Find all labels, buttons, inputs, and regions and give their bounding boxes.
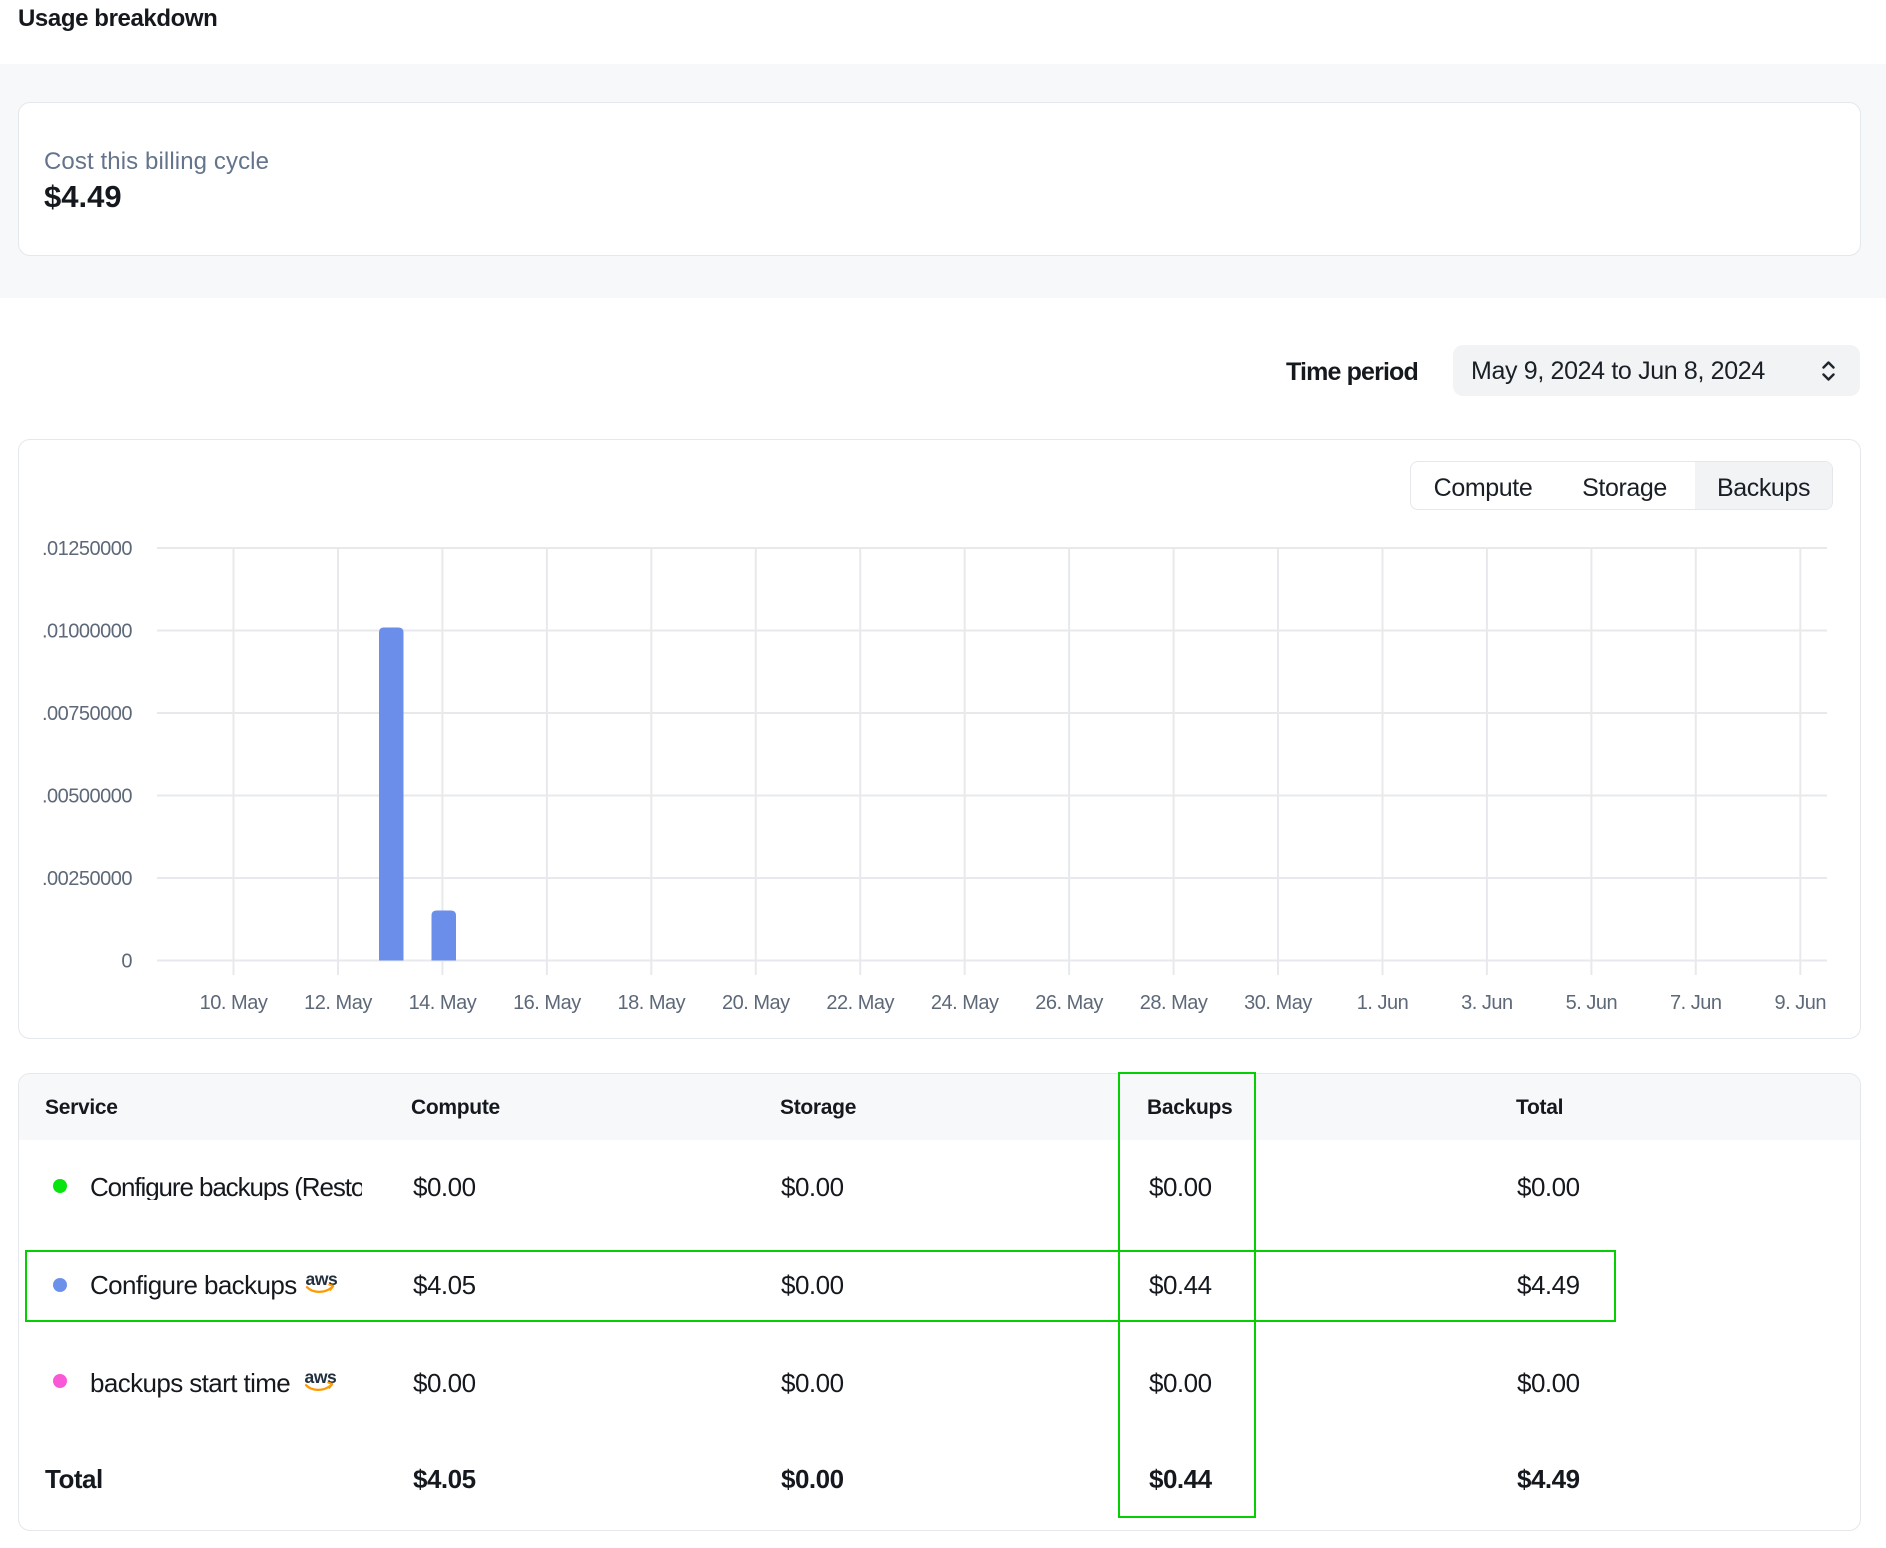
- svg-text:.01250000: .01250000: [42, 538, 132, 560]
- svg-text:5. Jun: 5. Jun: [1566, 992, 1617, 1014]
- svg-text:.00750000: .00750000: [42, 703, 132, 725]
- svg-text:1. Jun: 1. Jun: [1357, 992, 1408, 1014]
- svg-text:14. May: 14. May: [409, 992, 477, 1014]
- svg-text:24. May: 24. May: [931, 992, 999, 1014]
- svg-text:7. Jun: 7. Jun: [1670, 992, 1721, 1014]
- svg-text:30. May: 30. May: [1244, 992, 1312, 1014]
- svg-text:3. Jun: 3. Jun: [1461, 992, 1512, 1014]
- svg-text:26. May: 26. May: [1035, 992, 1103, 1014]
- svg-text:16. May: 16. May: [513, 992, 581, 1014]
- svg-text:.00500000: .00500000: [42, 786, 132, 808]
- svg-text:20. May: 20. May: [722, 992, 790, 1014]
- svg-text:22. May: 22. May: [826, 992, 894, 1014]
- svg-text:0: 0: [121, 951, 132, 973]
- svg-text:18. May: 18. May: [617, 992, 685, 1014]
- svg-text:.01000000: .01000000: [42, 621, 132, 643]
- svg-text:12. May: 12. May: [304, 992, 372, 1014]
- svg-text:9. Jun: 9. Jun: [1775, 992, 1826, 1014]
- svg-text:28. May: 28. May: [1140, 992, 1208, 1014]
- svg-text:10. May: 10. May: [200, 992, 268, 1014]
- svg-text:.00250000: .00250000: [42, 868, 132, 890]
